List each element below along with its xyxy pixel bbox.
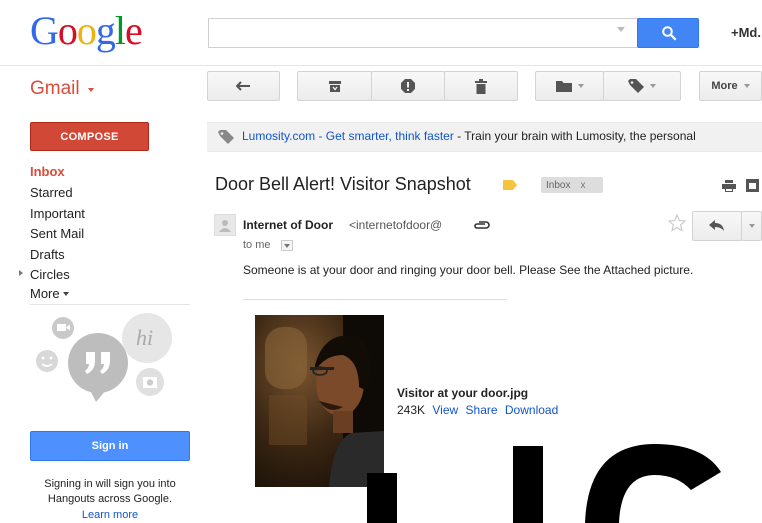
view-attachment-link[interactable]: View <box>432 403 458 417</box>
message-divider <box>243 299 507 300</box>
default-avatar-icon <box>219 220 231 232</box>
logo-letter: e <box>125 8 143 53</box>
hangouts-sign-in-button[interactable]: Sign in <box>30 431 190 461</box>
expand-arrow-icon[interactable] <box>19 270 23 276</box>
sender-email: <internetofdoor@ <box>349 218 443 232</box>
nav-item-sent-mail[interactable]: Sent Mail <box>30 226 84 241</box>
attachment-meta: 243K View Share Download <box>397 403 558 417</box>
trash-icon <box>475 78 487 94</box>
delete-button[interactable] <box>444 71 518 101</box>
nav-divider <box>30 304 190 305</box>
archive-button[interactable] <box>297 71 372 101</box>
hangouts-illustration-icon: hi <box>36 313 172 402</box>
search-input[interactable] <box>208 18 638 48</box>
hangouts-info-line-1: Signing in will sign you into <box>44 478 176 490</box>
report-spam-button[interactable] <box>371 71 445 101</box>
header-divider <box>0 65 762 66</box>
reply-options-button[interactable] <box>741 211 762 241</box>
attachment-icon <box>474 221 490 229</box>
nav-item-important[interactable]: Important <box>30 206 85 221</box>
archive-icon <box>328 80 341 92</box>
move-to-button[interactable] <box>535 71 604 101</box>
compose-button[interactable]: COMPOSE <box>30 122 149 151</box>
report-spam-icon <box>401 79 415 93</box>
more-actions-label: More <box>711 80 738 92</box>
open-in-new-window-icon[interactable] <box>746 179 759 192</box>
attachment-size: 243K <box>397 403 426 417</box>
ad-tag-icon <box>218 130 234 144</box>
nav-item-circles[interactable]: Circles <box>30 267 70 282</box>
nav-item-inbox[interactable]: Inbox <box>30 164 65 179</box>
show-details-button[interactable] <box>281 240 293 251</box>
ad-link[interactable]: Lumosity.com - Get smarter, think faster <box>242 129 454 143</box>
more-actions-button[interactable]: More <box>699 71 762 101</box>
reply-options-chevron-icon <box>748 224 755 228</box>
logo-letter: l <box>114 8 126 53</box>
print-icon[interactable] <box>722 180 736 192</box>
search-options-chevron-icon[interactable] <box>617 27 625 32</box>
logo-letter: g <box>95 8 116 53</box>
sender-avatar <box>214 214 236 236</box>
watermark-logo <box>367 444 721 523</box>
ad-description: - Train your brain with Lumosity, the pe… <box>453 129 696 143</box>
back-arrow-icon <box>235 81 250 91</box>
sender-name[interactable]: Internet of Door <box>243 218 333 232</box>
back-to-inbox-button[interactable] <box>207 71 280 101</box>
reply-button[interactable] <box>692 211 742 241</box>
message-subject: Door Bell Alert! Visitor Snapshot <box>215 174 471 194</box>
label-tag-icon <box>628 79 644 93</box>
remove-label-button[interactable]: x <box>580 180 585 191</box>
reply-icon <box>709 220 724 231</box>
google-logo[interactable]: Google <box>30 8 143 54</box>
labels-chevron-down-icon <box>650 84 656 88</box>
download-attachment-link[interactable]: Download <box>505 403 558 417</box>
ad-text: Lumosity.com - Get smarter, think faster… <box>242 129 696 143</box>
gmail-chevron-down-icon[interactable] <box>88 88 94 92</box>
nav-item-starred[interactable]: Starred <box>30 185 73 200</box>
attachment-filename: Visitor at your door.jpg <box>397 386 529 400</box>
learn-more-link[interactable]: Learn more <box>30 509 190 521</box>
star-icon[interactable] <box>668 214 686 232</box>
more-chevron-down-icon <box>63 292 69 296</box>
recipient-line: to me <box>243 239 271 251</box>
more-chevron-down-icon <box>743 84 750 88</box>
gmail-app-switcher[interactable]: Gmail <box>30 78 80 100</box>
inbox-label-chip: Inbox x <box>541 177 603 193</box>
logo-letter: o <box>57 8 78 53</box>
user-profile-link[interactable]: +Md. <box>731 25 761 40</box>
important-marker-icon[interactable] <box>503 180 517 190</box>
svg-text:hi: hi <box>136 325 153 350</box>
nav-item-more[interactable]: More <box>30 286 60 301</box>
labels-button[interactable] <box>603 71 681 101</box>
logo-letter: o <box>76 8 97 53</box>
message-body: Someone is at your door and ringing your… <box>243 263 694 277</box>
logo-letter: G <box>30 8 59 53</box>
hangouts-info-line-2: Hangouts across Google. <box>47 493 173 505</box>
folder-icon <box>555 81 572 92</box>
nav-item-drafts[interactable]: Drafts <box>30 247 65 262</box>
search-icon <box>662 26 677 41</box>
inbox-label-text: Inbox <box>546 179 571 191</box>
search-button[interactable] <box>637 18 699 48</box>
share-attachment-link[interactable]: Share <box>466 403 498 417</box>
move-to-chevron-down-icon <box>577 84 584 88</box>
